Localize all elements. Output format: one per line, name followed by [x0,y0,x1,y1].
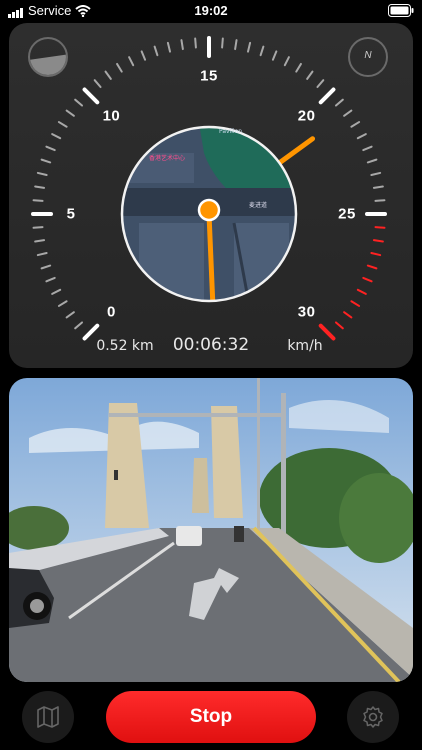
dial-minor-tick [372,239,384,243]
dial-minor-tick [316,79,325,89]
stop-button[interactable]: Stop [106,691,316,743]
speed-scale-label: 25 [338,205,356,223]
dial-minor-tick [343,311,353,319]
dial-minor-tick [93,79,102,89]
compass-icon: N [348,37,388,77]
dial-minor-tick [234,39,238,51]
speedometer-panel: 香港艺术中心 Pavilion 麦进道 0 5 10 15 20 25 30 N 0.52 … [9,23,413,368]
dial-minor-tick [370,171,382,177]
dial-minor-tick [153,45,159,57]
speed-scale-label: 20 [297,107,316,125]
speed-scale-label: 10 [102,107,121,125]
dial-minor-tick [334,98,344,107]
location-dot [197,198,221,222]
dial-minor-tick [283,56,290,67]
level-gauge-icon [28,37,68,77]
dial-minor-tick [51,288,62,295]
map-poi-label: 香港艺术中心 [149,154,185,162]
dial-minor-tick [34,185,46,189]
status-bar: Service 19:02 [0,0,422,22]
speed-scale-label: 5 [66,205,76,223]
dial-minor-tick [128,56,135,67]
dial-minor-tick [356,288,367,295]
dial-minor-tick [362,145,373,152]
road-camera-image [9,378,413,682]
speed-scale-label: 15 [200,67,218,85]
dial-minor-tick [74,98,84,107]
dial-minor-tick [74,321,84,330]
elapsed-time: 00:06:32 [172,335,250,355]
dial-minor-tick [374,199,386,202]
dial-minor-tick [116,62,123,73]
dial-minor-tick [65,109,75,117]
gear-icon [363,706,383,728]
dial-minor-tick [306,70,314,80]
dial-minor-tick [350,121,361,128]
dial-minor-tick [140,50,147,61]
dial-minor-tick [40,158,52,164]
dial-minor-tick [271,50,278,61]
dial-minor-tick [334,321,344,330]
camera-view [9,378,413,682]
dial-minor-tick [40,264,52,270]
dial-major-tick [82,87,100,105]
dial-minor-tick [32,226,44,229]
dial-minor-tick [45,145,56,152]
dial-minor-tick [104,70,112,80]
dial-major-tick [318,87,336,105]
dial-major-tick [82,323,100,341]
dial-minor-tick [221,37,224,49]
dial-minor-tick [295,62,302,73]
clock: 19:02 [194,3,228,18]
dial-minor-tick [362,276,373,283]
compass-north-label: N [364,50,372,61]
dial-minor-tick [372,185,384,189]
dial-minor-tick [259,45,265,57]
dial-minor-tick [366,158,378,164]
dial-minor-tick [366,264,378,270]
map-button[interactable] [22,691,74,743]
map-road-label: 麦进道 [249,201,267,209]
dial-minor-tick [246,41,252,53]
distance-readout: 0.52 km [96,338,154,354]
dial-minor-tick [57,121,68,128]
dial-minor-tick [51,133,62,140]
dial-major-tick [318,323,336,341]
dial-minor-tick [343,109,353,117]
stop-label: Stop [189,706,233,727]
map-park-label: Pavilion [219,128,242,135]
dial-minor-tick [166,41,172,53]
dial-minor-tick [34,239,46,243]
dial-minor-tick [36,251,48,257]
dial-minor-tick [180,39,184,51]
dial-minor-tick [350,300,361,307]
speed-needle [276,136,316,166]
dial-minor-tick [194,37,197,49]
dial-minor-tick [356,133,367,140]
dial-minor-tick [57,300,68,307]
speed-unit: km/h [287,338,323,354]
dial-minor-tick [65,311,75,319]
speed-scale-label: 30 [297,303,316,321]
settings-button[interactable] [347,691,399,743]
battery-icon [388,4,414,22]
dial-minor-tick [32,199,44,202]
dial-minor-tick [370,251,382,257]
speed-scale-label: 0 [106,303,116,321]
dial-minor-tick [374,226,386,229]
map-icon [37,706,59,728]
dial-minor-tick [45,276,56,283]
dial-minor-tick [36,171,48,177]
